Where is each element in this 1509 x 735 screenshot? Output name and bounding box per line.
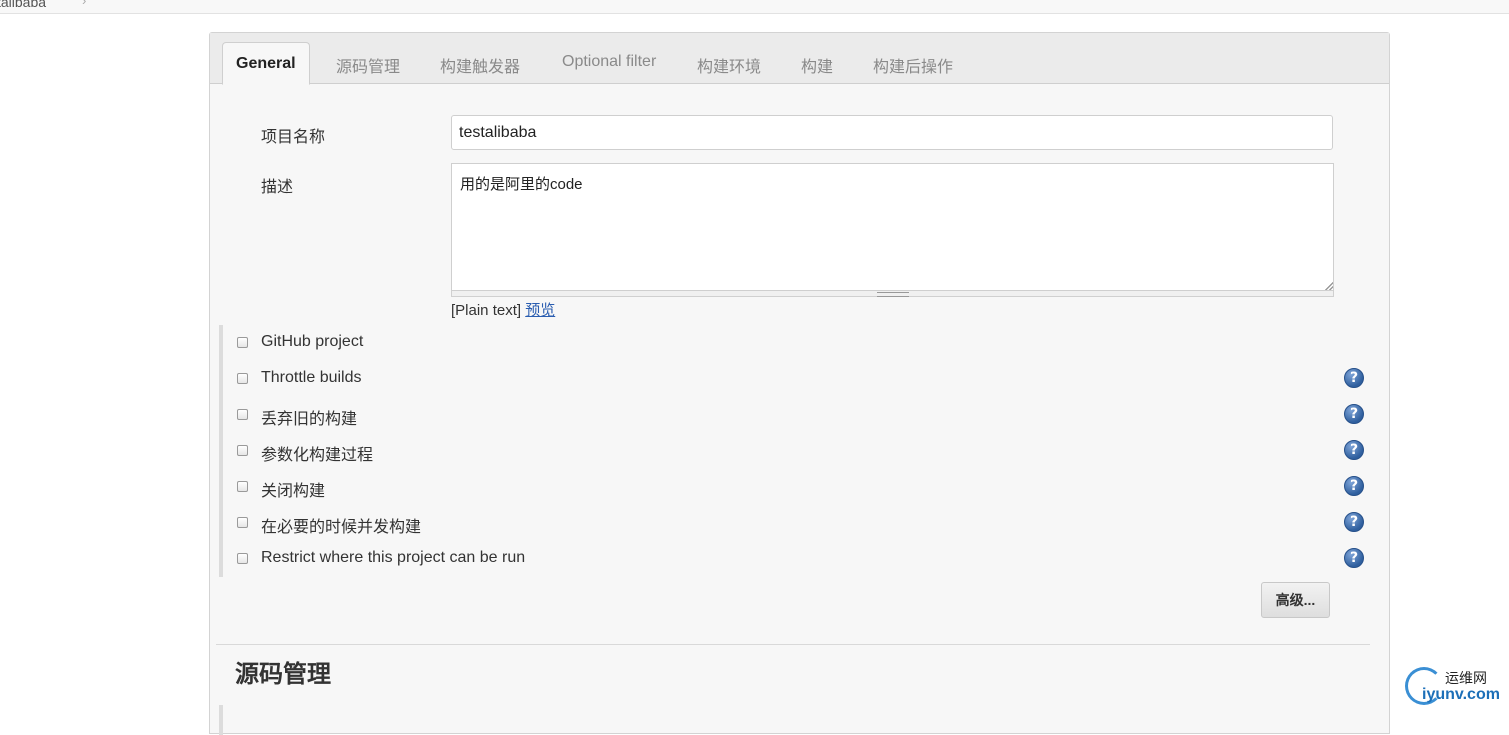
option-row: 丢弃旧的构建 ? — [210, 401, 1389, 431]
disable-build-checkbox[interactable] — [237, 481, 248, 492]
section-divider — [216, 644, 1370, 645]
breadcrumb-chevron-icon[interactable]: › — [82, 0, 86, 8]
watermark-logo: 运维网 iyunv.com — [1405, 665, 1505, 709]
option-label: Restrict where this project can be run — [261, 549, 526, 566]
watermark-en: iyunv.com — [1422, 686, 1500, 703]
drag-handle-icon[interactable] — [876, 292, 909, 297]
tab-build-environment[interactable]: 构建环境 — [697, 53, 761, 77]
breadcrumb-item[interactable]: talibaba — [0, 0, 46, 10]
description-textarea[interactable]: 用的是阿里的code — [451, 163, 1334, 291]
option-row: 关闭构建 ? — [210, 473, 1389, 503]
tab-build-triggers[interactable]: 构建触发器 — [440, 53, 520, 77]
breadcrumb-bar: talibaba › — [0, 0, 1509, 14]
github-project-checkbox[interactable] — [237, 337, 248, 348]
preview-link[interactable]: 预览 — [525, 302, 555, 319]
restrict-node-checkbox[interactable] — [237, 553, 248, 564]
project-name-label: 项目名称 — [261, 129, 326, 146]
resize-grip-icon[interactable] — [1325, 282, 1333, 290]
project-name-input[interactable] — [451, 115, 1333, 150]
help-icon[interactable]: ? — [1344, 440, 1364, 460]
tab-post-build-actions[interactable]: 构建后操作 — [873, 53, 953, 77]
option-label: 参数化构建过程 — [261, 447, 374, 464]
discard-old-builds-checkbox[interactable] — [237, 409, 248, 420]
option-row: 参数化构建过程 ? — [210, 437, 1389, 467]
description-label: 描述 — [261, 179, 294, 196]
option-label: 丢弃旧的构建 — [261, 411, 358, 428]
description-wrapper: 用的是阿里的code — [451, 163, 1334, 291]
option-row: Restrict where this project can be run ? — [210, 545, 1389, 575]
help-icon[interactable]: ? — [1344, 548, 1364, 568]
parameterized-build-checkbox[interactable] — [237, 445, 248, 456]
tab-general[interactable]: General — [222, 42, 310, 85]
tab-optional-filter[interactable]: Optional filter — [562, 53, 656, 71]
textarea-resize-bar[interactable] — [451, 291, 1334, 297]
option-label: GitHub project — [261, 333, 364, 350]
help-icon[interactable]: ? — [1344, 404, 1364, 424]
markup-hint: [Plain text] 预览 — [451, 299, 555, 320]
advanced-button[interactable]: 高级... — [1261, 582, 1330, 618]
throttle-builds-checkbox[interactable] — [237, 373, 248, 384]
concurrent-build-checkbox[interactable] — [237, 517, 248, 528]
option-label: 关闭构建 — [261, 483, 326, 500]
tab-build[interactable]: 构建 — [801, 53, 833, 77]
option-row: GitHub project — [210, 329, 1389, 359]
tab-source-management[interactable]: 源码管理 — [336, 53, 400, 77]
plain-text-label: [Plain text] — [451, 302, 522, 319]
help-icon[interactable]: ? — [1344, 476, 1364, 496]
options-group-bar — [219, 705, 223, 735]
section-title-source-management: 源码管理 — [235, 661, 331, 688]
tab-bar: General 源码管理 构建触发器 Optional filter 构建环境 … — [210, 33, 1389, 85]
help-icon[interactable]: ? — [1344, 512, 1364, 532]
option-label: Throttle builds — [261, 369, 362, 386]
option-label: 在必要的时候并发构建 — [261, 519, 422, 536]
help-icon[interactable]: ? — [1344, 368, 1364, 388]
watermark-cn: 运维网 — [1445, 671, 1487, 687]
option-row: 在必要的时候并发构建 ? — [210, 509, 1389, 539]
config-panel: General 源码管理 构建触发器 Optional filter 构建环境 … — [209, 32, 1390, 735]
option-row: Throttle builds ? — [210, 365, 1389, 395]
